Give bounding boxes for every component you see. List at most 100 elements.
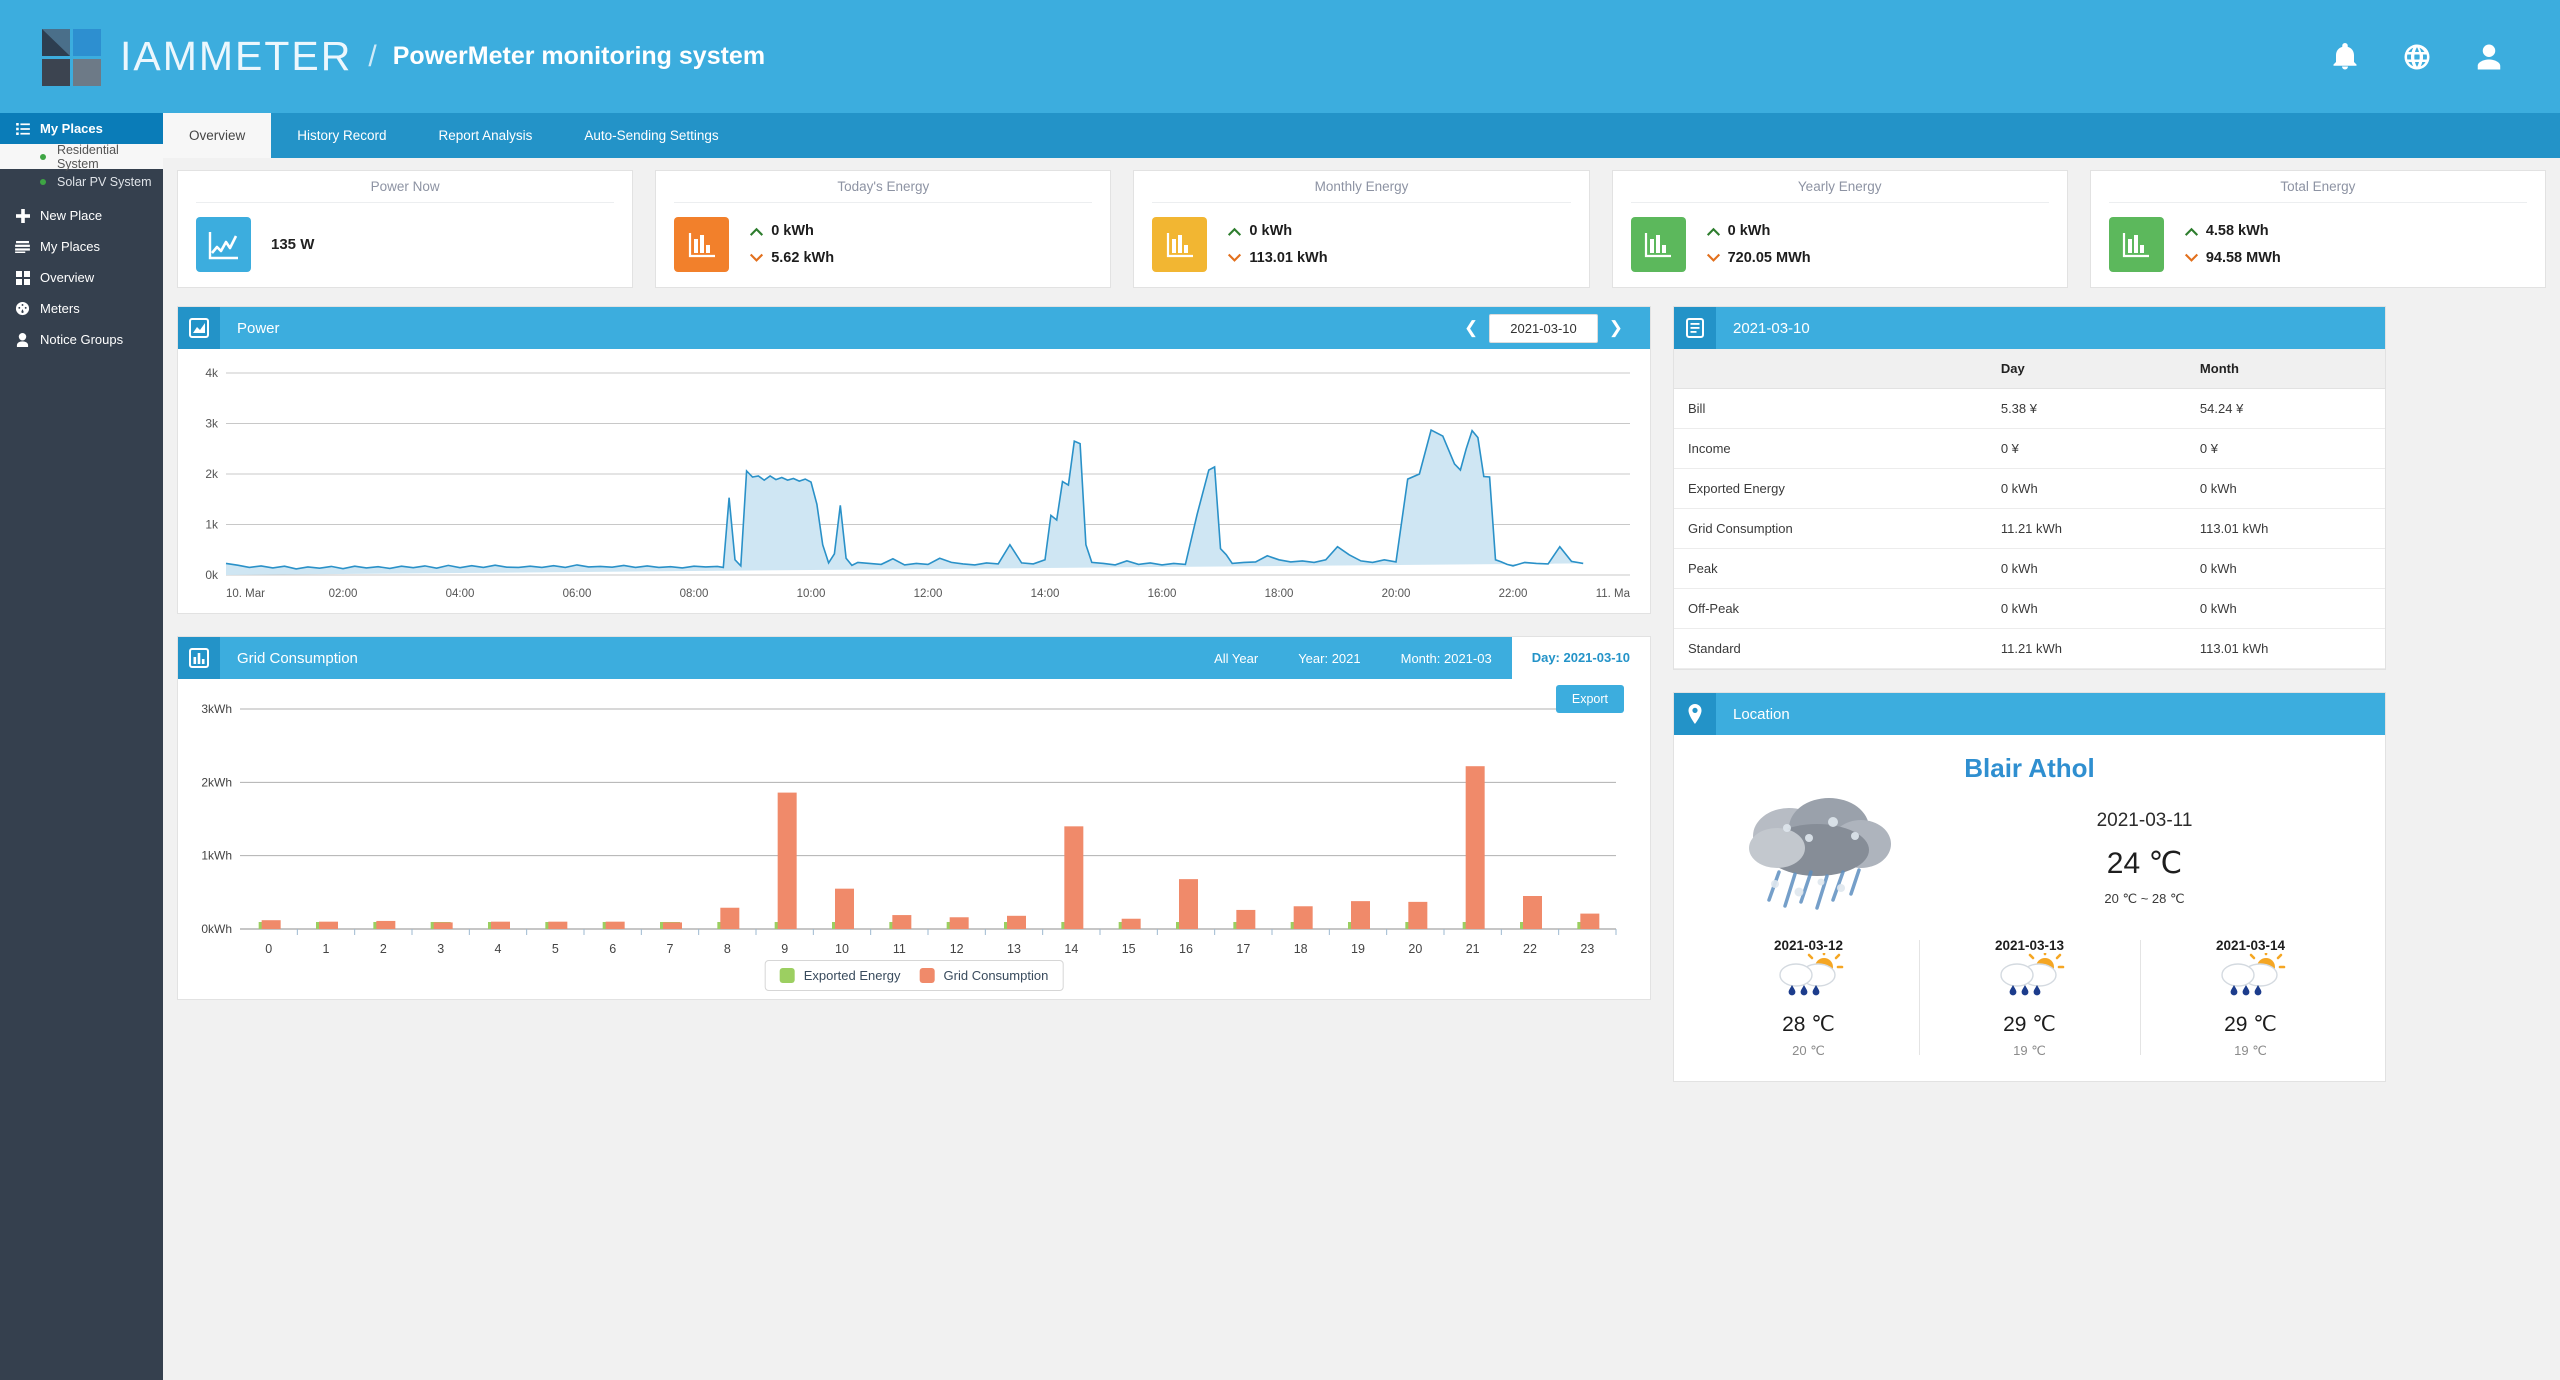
svg-text:16:00: 16:00 <box>1148 588 1177 600</box>
svg-text:11. Ma: 11. Ma <box>1596 588 1631 600</box>
kpi-value-down: 5.62 kWh <box>771 245 834 271</box>
sidebar-heading-label: My Places <box>40 121 103 136</box>
svg-text:2: 2 <box>380 942 387 956</box>
next-day-button[interactable]: ❯ <box>1598 318 1634 338</box>
status-dot-icon <box>40 179 46 185</box>
tab-overview[interactable]: Overview <box>163 113 271 158</box>
bar-grid-consumption <box>835 889 854 929</box>
sidebar-item-new-place[interactable]: New Place <box>0 200 163 231</box>
svg-text:10: 10 <box>835 942 849 956</box>
range-month[interactable]: Month: 2021-03 <box>1381 651 1512 666</box>
bar-grid-consumption <box>1466 766 1485 929</box>
brand-logo[interactable]: IAMMETER / PowerMeter monitoring system <box>0 29 765 85</box>
caret-up-icon <box>749 224 764 239</box>
svg-text:14:00: 14:00 <box>1031 588 1060 600</box>
bar-grid-consumption <box>892 915 911 929</box>
prev-day-button[interactable]: ❮ <box>1453 318 1489 338</box>
kpi-card-row: Power Now 135 W Today's Energy 0 kWh 5.6… <box>177 170 2546 288</box>
bell-icon[interactable] <box>2330 42 2360 72</box>
tab-auto-sending-settings[interactable]: Auto-Sending Settings <box>558 113 744 158</box>
heavy-rain-icon <box>1704 788 1934 938</box>
map-pin-icon <box>1674 693 1716 735</box>
current-temperature: 24 ℃ <box>1934 832 2355 891</box>
svg-text:06:00: 06:00 <box>563 588 592 600</box>
forecast-date: 2021-03-14 <box>2140 938 2361 953</box>
svg-text:08:00: 08:00 <box>680 588 709 600</box>
globe-icon[interactable] <box>2402 42 2432 72</box>
tab-history-record[interactable]: History Record <box>271 113 412 158</box>
kpi-title: Power Now <box>196 179 614 203</box>
location-city: Blair Athol <box>1674 735 2385 784</box>
sidebar-place-residential-system[interactable]: Residential System <box>0 144 163 169</box>
report-panel-header: 2021-03-10 <box>1674 307 2385 349</box>
sidebar-item-meters[interactable]: Meters <box>0 293 163 324</box>
svg-text:2k: 2k <box>205 467 219 481</box>
area-chart-icon <box>178 307 220 349</box>
sidebar-item-label: Meters <box>40 301 80 316</box>
legend-swatch-grid-consumption <box>920 968 935 983</box>
cell-month: 113.01 kWh <box>2186 629 2385 669</box>
forecast-low: 19 ℃ <box>1919 1043 2140 1059</box>
svg-text:0k: 0k <box>205 568 219 582</box>
report-icon <box>1674 307 1716 349</box>
grid-panel-header: Grid Consumption All Year Year: 2021 Mon… <box>178 637 1650 679</box>
tab-bar: Overview History Record Report Analysis … <box>163 113 2560 158</box>
svg-text:12: 12 <box>950 942 964 956</box>
status-dot-icon <box>40 154 46 160</box>
sidebar-item-my-places[interactable]: My Places <box>0 231 163 262</box>
sidebar-heading-my-places[interactable]: My Places <box>0 113 163 144</box>
svg-text:3k: 3k <box>205 417 219 431</box>
bar-grid-consumption <box>1580 914 1599 929</box>
sidebar-place-solar-pv-system[interactable]: Solar PV System <box>0 169 163 194</box>
cell-month: 0 kWh <box>2186 589 2385 629</box>
bar-grid-consumption <box>434 922 453 929</box>
cell-metric: Standard <box>1674 629 1987 669</box>
app-header: IAMMETER / PowerMeter monitoring system <box>0 0 2560 113</box>
range-all-year[interactable]: All Year <box>1194 651 1278 666</box>
table-row: Income0 ¥0 ¥ <box>1674 429 2385 469</box>
current-date: 2021-03-11 <box>1934 810 2355 832</box>
range-year[interactable]: Year: 2021 <box>1278 651 1380 666</box>
power-chart[interactable]: 0k1k2k3k4k10. Mar02:0004:0006:0008:0010:… <box>178 349 1650 613</box>
cell-day: 0 kWh <box>1987 549 2186 589</box>
cell-month: 0 kWh <box>2186 549 2385 589</box>
svg-text:0: 0 <box>265 942 272 956</box>
kpi-card-total-energy: Total Energy 4.58 kWh 94.58 MWh <box>2090 170 2546 288</box>
bar-chart-icon <box>674 217 729 272</box>
forecast-low: 19 ℃ <box>2140 1043 2361 1059</box>
svg-text:10. Mar: 10. Mar <box>226 588 265 600</box>
cell-day: 11.21 kWh <box>1987 509 2186 549</box>
svg-text:04:00: 04:00 <box>446 588 475 600</box>
sidebar-item-label: New Place <box>40 208 102 223</box>
table-row: Exported Energy0 kWh0 kWh <box>1674 469 2385 509</box>
bar-grid-consumption <box>319 922 338 929</box>
forecast-low: 20 ℃ <box>1698 1043 1919 1059</box>
sidebar-item-notice-groups[interactable]: Notice Groups <box>0 324 163 355</box>
plus-icon <box>14 209 31 223</box>
kpi-title: Yearly Energy <box>1631 179 2049 203</box>
kpi-card-todays-energy: Today's Energy 0 kWh 5.62 kWh <box>655 170 1111 288</box>
cell-month: 113.01 kWh <box>2186 509 2385 549</box>
kpi-title: Today's Energy <box>674 179 1092 203</box>
svg-text:5: 5 <box>552 942 559 956</box>
tab-report-analysis[interactable]: Report Analysis <box>413 113 559 158</box>
user-icon[interactable] <box>2474 42 2504 72</box>
table-row: Off-Peak0 kWh0 kWh <box>1674 589 2385 629</box>
legend-label-grid-consumption: Grid Consumption <box>944 968 1049 983</box>
kpi-value-up: 4.58 kWh <box>2206 218 2269 244</box>
column-header-day: Day <box>1987 349 2186 389</box>
user-icon <box>14 333 31 347</box>
kpi-value: 135 W <box>271 236 314 253</box>
kpi-value-up: 0 kWh <box>1728 218 1771 244</box>
kpi-card-monthly-energy: Monthly Energy 0 kWh 113.01 kWh <box>1133 170 1589 288</box>
range-day[interactable]: Day: 2021-03-10 <box>1512 637 1650 679</box>
sidebar-item-overview[interactable]: Overview <box>0 262 163 293</box>
grid-consumption-chart[interactable]: 0kWh1kWh2kWh3kWh012345678910111213141516… <box>178 679 1650 999</box>
svg-text:22: 22 <box>1523 942 1537 956</box>
forecast-date: 2021-03-12 <box>1698 938 1919 953</box>
export-button[interactable]: Export <box>1556 685 1624 713</box>
cell-metric: Bill <box>1674 389 1987 429</box>
date-picker[interactable]: 2021-03-10 <box>1489 314 1598 343</box>
svg-text:10:00: 10:00 <box>797 588 826 600</box>
bar-chart-icon <box>178 637 220 679</box>
